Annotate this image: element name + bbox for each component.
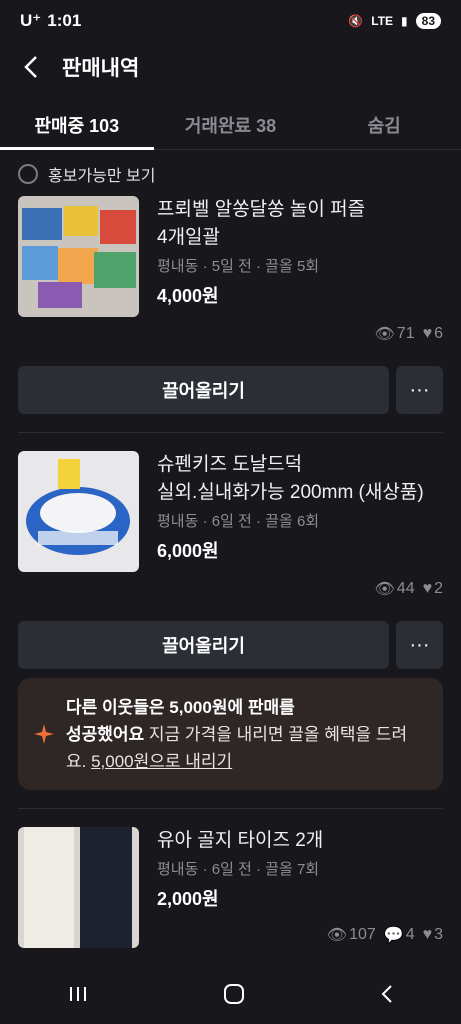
product-title-line2: 4개일괄 — [157, 227, 221, 248]
app-header: 판매내역 — [0, 42, 461, 92]
tab-bar: 판매중 103 거래완료 38 숨김 — [0, 100, 461, 150]
signal-icon: ▮ — [401, 14, 408, 28]
battery-indicator: 83 — [415, 13, 441, 29]
product-meta: 평내동 · 5일 전 · 끌올 5회 — [157, 258, 320, 275]
view-count: 107 — [349, 926, 376, 943]
status-bar: U⁺ 1:01 🔇 LTE ▮ 83 — [0, 0, 461, 42]
eye-icon: 👁 — [326, 927, 348, 944]
tip-headline: 다른 이웃들은 5,000원에 판매를 — [66, 698, 295, 717]
back-nav-button[interactable] — [380, 984, 394, 1009]
tab-completed[interactable]: 거래완료 38 — [154, 100, 308, 149]
product-price: 4,000원 — [157, 286, 219, 306]
product-meta: 평내동 · 6일 전 · 끌올 6회 — [157, 513, 320, 530]
product-stats: 👁 71 ♥ 6 — [374, 324, 443, 344]
bump-button[interactable]: 끌어올리기 — [18, 366, 389, 414]
lower-price-link[interactable]: 5,000원으로 내리기 — [91, 752, 232, 771]
more-button[interactable]: ··· — [396, 366, 443, 414]
sparkle-icon — [34, 724, 54, 749]
product-thumbnail — [18, 827, 139, 948]
bump-button[interactable]: 끌어올리기 — [18, 621, 389, 669]
product-thumbnail — [18, 451, 139, 572]
heart-icon: ♥ — [422, 926, 433, 943]
like-count: 2 — [434, 580, 443, 597]
product-thumbnail — [18, 196, 139, 317]
divider — [18, 432, 443, 433]
clock: 1:01 — [47, 11, 82, 30]
product-title: 유아 골지 타이즈 2개 — [157, 830, 324, 851]
page-title: 판매내역 — [62, 57, 140, 80]
product-stats: 👁 44 ♥ 2 — [374, 579, 443, 599]
chevron-left-icon — [24, 56, 37, 78]
heart-icon: ♥ — [422, 580, 433, 597]
product-price: 6,000원 — [157, 541, 219, 561]
system-nav-bar — [0, 968, 461, 1024]
like-count: 3 — [434, 926, 443, 943]
product-stats: 👁 107 💬 4 ♥ 3 — [327, 925, 443, 945]
chat-icon: 💬 — [383, 927, 404, 944]
eye-icon: 👁 — [374, 581, 395, 598]
carrier-label: U⁺ — [20, 11, 42, 30]
chat-count: 4 — [405, 926, 415, 943]
product-title: 슈펜키즈 도날드덕 — [157, 454, 303, 475]
mute-icon: 🔇 — [348, 14, 364, 28]
view-count: 71 — [396, 325, 415, 342]
eye-icon: 👁 — [374, 326, 395, 343]
promo-filter[interactable]: 홍보가능만 보기 — [18, 162, 156, 186]
tab-hidden[interactable]: 숨김 — [307, 100, 461, 149]
product-price: 2,000원 — [157, 889, 219, 909]
back-button[interactable] — [16, 52, 46, 82]
filter-label: 홍보가능만 보기 — [48, 168, 156, 185]
product-meta: 평내동 · 6일 전 · 끌올 7회 — [157, 861, 320, 878]
recent-apps-button[interactable] — [68, 985, 88, 1008]
product-list: 프뢰벨 알쏭달쏭 놀이 퍼즐 4개일괄 평내동 · 5일 전 · 끌올 5회 4… — [0, 196, 461, 966]
like-count: 6 — [434, 325, 443, 342]
network-label: LTE — [371, 14, 394, 28]
divider — [18, 808, 443, 809]
heart-icon: ♥ — [422, 325, 433, 342]
tip-subheadline: 성공했어요 — [66, 725, 145, 744]
product-title-line2: 실외.실내화가능 200mm (새상품) — [157, 482, 424, 503]
product-title: 프뢰벨 알쏭달쏭 놀이 퍼즐 — [157, 199, 366, 220]
tab-selling[interactable]: 판매중 103 — [0, 100, 154, 150]
more-button[interactable]: ··· — [396, 621, 443, 669]
price-tip-card: 다른 이웃들은 5,000원에 판매를 성공했어요 지금 가격을 내리면 끌올 … — [18, 678, 443, 790]
view-count: 44 — [396, 580, 415, 597]
filter-radio[interactable] — [18, 164, 38, 184]
home-button[interactable] — [223, 983, 245, 1010]
